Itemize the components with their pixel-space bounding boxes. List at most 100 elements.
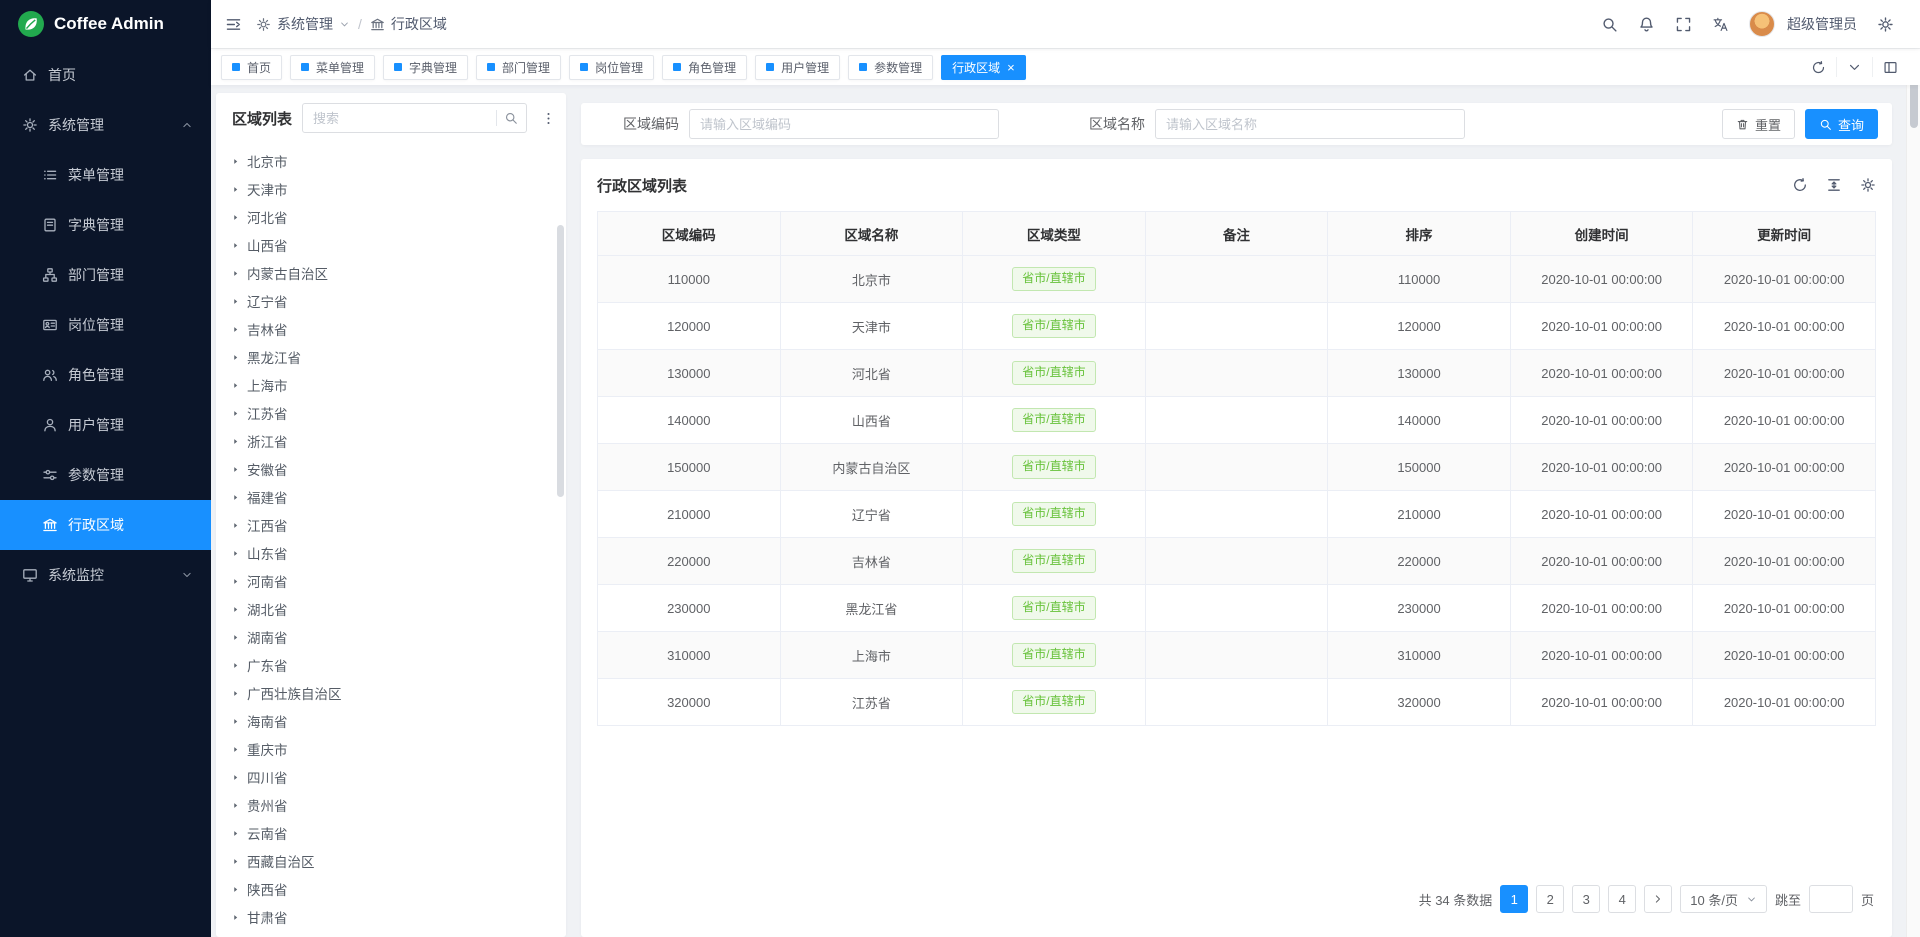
page-size-select[interactable]: 10 条/页 xyxy=(1680,885,1767,913)
tree-item[interactable]: 陕西省 xyxy=(218,875,566,903)
window-scrollbar[interactable] xyxy=(1906,62,1920,937)
table-row[interactable]: 310000 上海市 省市/直辖市 310000 2020-10-01 00:0… xyxy=(598,632,1876,679)
refresh-icon[interactable] xyxy=(1801,57,1836,77)
page-button[interactable]: 4 xyxy=(1608,885,1636,913)
tree-search-icon[interactable] xyxy=(504,111,518,125)
column-header[interactable]: 更新时间 xyxy=(1693,212,1876,256)
notification-bell-icon[interactable] xyxy=(1638,16,1655,33)
sidebar-item[interactable]: 部门管理 xyxy=(0,250,211,300)
tree-search-input[interactable] xyxy=(313,111,489,126)
table-row[interactable]: 320000 江苏省 省市/直辖市 320000 2020-10-01 00:0… xyxy=(598,679,1876,726)
query-button[interactable]: 查询 xyxy=(1805,109,1878,139)
tree-item[interactable]: 广东省 xyxy=(218,651,566,679)
tab-close-icon[interactable]: × xyxy=(1007,61,1015,74)
tree-item[interactable]: 内蒙古自治区 xyxy=(218,259,566,287)
column-header[interactable]: 创建时间 xyxy=(1510,212,1693,256)
tree-item[interactable]: 江西省 xyxy=(218,511,566,539)
tree-scrollbar-thumb[interactable] xyxy=(557,225,564,497)
tree-item[interactable]: 安徽省 xyxy=(218,455,566,483)
filter-input[interactable] xyxy=(689,109,999,139)
language-icon[interactable] xyxy=(1712,16,1729,33)
tree-item[interactable]: 山西省 xyxy=(218,231,566,259)
tab-actions-chevron-icon[interactable] xyxy=(1836,57,1872,77)
sidebar-item[interactable]: 行政区域 xyxy=(0,500,211,550)
tree-item[interactable]: 西藏自治区 xyxy=(218,847,566,875)
column-header[interactable]: 区域名称 xyxy=(780,212,963,256)
table-row[interactable]: 110000 北京市 省市/直辖市 110000 2020-10-01 00:0… xyxy=(598,256,1876,303)
jump-page-input[interactable] xyxy=(1809,885,1853,913)
tree-item[interactable]: 上海市 xyxy=(218,371,566,399)
table-row[interactable]: 140000 山西省 省市/直辖市 140000 2020-10-01 00:0… xyxy=(598,397,1876,444)
tree-item[interactable]: 黑龙江省 xyxy=(218,343,566,371)
tab[interactable]: 菜单管理 xyxy=(290,55,375,80)
tree-item[interactable]: 四川省 xyxy=(218,763,566,791)
sidebar-item[interactable]: 角色管理 xyxy=(0,350,211,400)
tree-item[interactable]: 浙江省 xyxy=(218,427,566,455)
tree-item[interactable]: 海南省 xyxy=(218,707,566,735)
table-title: 行政区域列表 xyxy=(597,175,687,196)
fullscreen-icon[interactable] xyxy=(1675,16,1692,33)
column-header[interactable]: 备注 xyxy=(1145,212,1328,256)
sidebar-item[interactable]: 字典管理 xyxy=(0,200,211,250)
tree-item[interactable]: 天津市 xyxy=(218,175,566,203)
app-logo[interactable]: Coffee Admin xyxy=(0,0,211,48)
tree-item[interactable]: 重庆市 xyxy=(218,735,566,763)
tab[interactable]: 角色管理 xyxy=(662,55,747,80)
settings-gear-icon[interactable] xyxy=(1877,16,1894,33)
page-button[interactable]: 2 xyxy=(1536,885,1564,913)
tree-item[interactable]: 北京市 xyxy=(218,147,566,175)
sidebar-item[interactable]: 菜单管理 xyxy=(0,150,211,200)
tree-item[interactable]: 福建省 xyxy=(218,483,566,511)
tree-item[interactable]: 广西壮族自治区 xyxy=(218,679,566,707)
sidebar-item[interactable]: 系统监控 xyxy=(0,550,211,600)
layout-panel-icon[interactable] xyxy=(1872,57,1908,77)
table-row[interactable]: 220000 吉林省 省市/直辖市 220000 2020-10-01 00:0… xyxy=(598,538,1876,585)
table-density-icon[interactable] xyxy=(1826,177,1842,193)
tab[interactable]: 岗位管理 xyxy=(569,55,654,80)
column-header[interactable]: 区域类型 xyxy=(963,212,1146,256)
table-row[interactable]: 230000 黑龙江省 省市/直辖市 230000 2020-10-01 00:… xyxy=(598,585,1876,632)
user-name[interactable]: 超级管理员 xyxy=(1787,14,1857,34)
table-row[interactable]: 210000 辽宁省 省市/直辖市 210000 2020-10-01 00:0… xyxy=(598,491,1876,538)
breadcrumb-root[interactable]: 系统管理 xyxy=(277,14,333,34)
page-button[interactable]: 3 xyxy=(1572,885,1600,913)
sidebar-item[interactable]: 岗位管理 xyxy=(0,300,211,350)
column-header[interactable]: 排序 xyxy=(1328,212,1511,256)
tree-item[interactable]: 江苏省 xyxy=(218,399,566,427)
tree-item[interactable]: 贵州省 xyxy=(218,791,566,819)
filter-input[interactable] xyxy=(1155,109,1465,139)
tree-item[interactable]: 河北省 xyxy=(218,203,566,231)
reset-button[interactable]: 重置 xyxy=(1722,109,1795,139)
table-settings-icon[interactable] xyxy=(1860,177,1876,193)
tree-item[interactable]: 吉林省 xyxy=(218,315,566,343)
tree-item[interactable]: 甘肃省 xyxy=(218,903,566,931)
column-header[interactable]: 区域编码 xyxy=(598,212,781,256)
tree-item[interactable]: 云南省 xyxy=(218,819,566,847)
tree-item[interactable]: 河南省 xyxy=(218,567,566,595)
tab[interactable]: 用户管理 xyxy=(755,55,840,80)
tree-item[interactable]: 山东省 xyxy=(218,539,566,567)
table-refresh-icon[interactable] xyxy=(1792,177,1808,193)
tree-item[interactable]: 湖北省 xyxy=(218,595,566,623)
tree-item[interactable]: 辽宁省 xyxy=(218,287,566,315)
tab[interactable]: 首页 xyxy=(221,55,282,80)
table-row[interactable]: 150000 内蒙古自治区 省市/直辖市 150000 2020-10-01 0… xyxy=(598,444,1876,491)
tree-more-icon[interactable] xyxy=(537,111,560,126)
next-page-button[interactable] xyxy=(1644,885,1672,913)
tab[interactable]: 部门管理 xyxy=(476,55,561,80)
tab[interactable]: 字典管理 xyxy=(383,55,468,80)
tab[interactable]: 参数管理 xyxy=(848,55,933,80)
tree-item[interactable]: 青海省 xyxy=(218,931,566,937)
user-avatar[interactable] xyxy=(1749,11,1775,37)
menu-collapse-icon[interactable] xyxy=(225,16,242,33)
sidebar-item[interactable]: 首页 xyxy=(0,50,211,100)
tab[interactable]: 行政区域 × xyxy=(941,55,1026,80)
sidebar-item[interactable]: 参数管理 xyxy=(0,450,211,500)
page-button[interactable]: 1 xyxy=(1500,885,1528,913)
sidebar-item[interactable]: 用户管理 xyxy=(0,400,211,450)
search-icon[interactable] xyxy=(1601,16,1618,33)
table-row[interactable]: 120000 天津市 省市/直辖市 120000 2020-10-01 00:0… xyxy=(598,303,1876,350)
sidebar-item[interactable]: 系统管理 xyxy=(0,100,211,150)
tree-item[interactable]: 湖南省 xyxy=(218,623,566,651)
table-row[interactable]: 130000 河北省 省市/直辖市 130000 2020-10-01 00:0… xyxy=(598,350,1876,397)
